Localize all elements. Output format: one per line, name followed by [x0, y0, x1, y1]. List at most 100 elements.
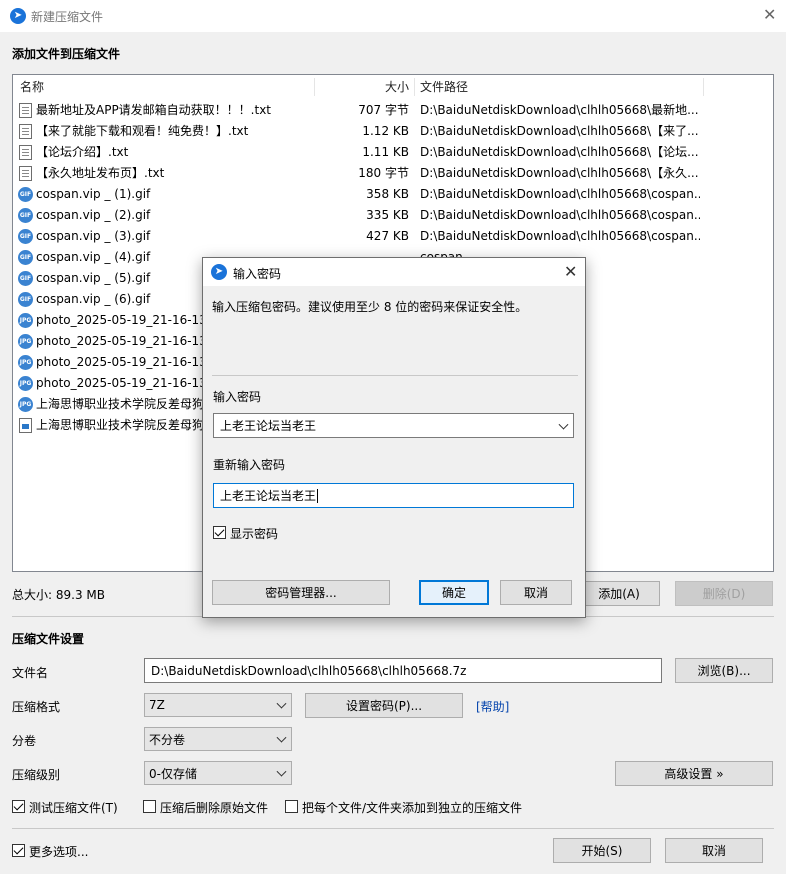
file-path: D:\BaiduNetdiskDownload\clhlh05668\【来了..…: [420, 124, 699, 138]
dialog-close-icon[interactable]: ✕: [564, 262, 577, 281]
file-name: cospan.vip _ (2).gif: [36, 208, 151, 222]
show-password-label[interactable]: 显示密码: [230, 525, 278, 542]
settings-heading: 压缩文件设置: [12, 632, 85, 646]
delete-after-label[interactable]: 压缩后删除原始文件: [160, 799, 268, 816]
text-file-icon: [19, 124, 32, 139]
advanced-settings-button[interactable]: 高级设置 »: [615, 761, 773, 786]
jpg-file-icon: JPG: [18, 397, 33, 412]
separate-archives-label[interactable]: 把每个文件/文件夹添加到独立的压缩文件: [302, 799, 522, 816]
jpg-file-icon: JPG: [18, 376, 33, 391]
password-manager-button[interactable]: 密码管理器...: [212, 580, 390, 605]
dialog-title-bar: ➤ 输入密码 ✕: [203, 258, 585, 286]
column-size[interactable]: 大小: [353, 75, 409, 99]
gif-file-icon: GIF: [18, 271, 33, 286]
file-path: D:\BaiduNetdiskDownload\clhlh05668\【永久..…: [420, 166, 699, 180]
column-separator: [703, 78, 704, 96]
password-input[interactable]: 上老王论坛当老王: [213, 413, 574, 438]
format-label: 压缩格式: [12, 700, 61, 714]
file-name: 【来了就能下载和观看！纯免费！】.txt: [36, 124, 249, 138]
file-list-row[interactable]: 最新地址及APP请发邮箱自动获取！！！.txt 707 字节 D:\BaiduNet…: [13, 100, 773, 121]
dialog-hint: 输入压缩包密码。建议使用至少 8 位的密码来保证安全性。: [212, 300, 528, 314]
file-name: 【论坛介绍】.txt: [36, 145, 129, 159]
gif-file-icon: GIF: [18, 187, 33, 202]
file-size: 180 字节: [358, 166, 409, 180]
image-file-icon: [19, 418, 32, 433]
text-caret: [317, 488, 319, 503]
file-size: 358 KB: [366, 187, 409, 201]
file-list-row[interactable]: GIF cospan.vip _ (1).gif 358 KB D:\BaiduNet…: [13, 184, 773, 205]
file-list-header: 名称 大小 文件路径: [13, 75, 773, 99]
delete-after-checkbox[interactable]: [143, 800, 156, 813]
filename-label: 文件名: [12, 666, 49, 680]
file-list-row[interactable]: 【永久地址发布页】.txt 180 字节 D:\BaiduNetdiskDownlo…: [13, 163, 773, 184]
show-password-checkbox[interactable]: [213, 526, 226, 539]
file-size: 335 KB: [366, 208, 409, 222]
test-archive-checkbox[interactable]: [12, 800, 25, 813]
delete-button[interactable]: 删除(D): [675, 581, 773, 606]
file-path: D:\BaiduNetdiskDownload\clhlh05668\cospa…: [420, 208, 700, 222]
file-path: D:\BaiduNetdiskDownload\clhlh05668\【论坛..…: [420, 145, 699, 159]
column-path[interactable]: 文件路径: [420, 75, 468, 99]
dialog-ok-button[interactable]: 确定: [419, 580, 489, 605]
file-list-row[interactable]: GIF cospan.vip _ (2).gif 335 KB D:\BaiduNet…: [13, 205, 773, 226]
file-name: cospan.vip _ (3).gif: [36, 229, 151, 243]
file-size: 427 KB: [366, 229, 409, 243]
jpg-file-icon: JPG: [18, 355, 33, 370]
level-value: 0-仅存储: [149, 766, 197, 781]
dialog-cancel-button[interactable]: 取消: [500, 580, 572, 605]
more-options-label[interactable]: 更多选项...: [29, 843, 88, 860]
help-link[interactable]: [帮助]: [476, 698, 509, 715]
file-size: 707 字节: [358, 103, 409, 117]
password-value: 上老王论坛当老王: [220, 419, 317, 433]
file-list-row[interactable]: GIF cospan.vip _ (3).gif 427 KB D:\BaiduNet…: [13, 226, 773, 247]
level-label: 压缩级别: [12, 768, 61, 782]
divider: [12, 828, 774, 829]
title-bar: ➤ 新建压缩文件 ✕: [0, 0, 786, 32]
column-name[interactable]: 名称: [20, 75, 44, 99]
separate-archives-checkbox[interactable]: [285, 800, 298, 813]
gif-file-icon: GIF: [18, 250, 33, 265]
confirm-password-label: 重新输入密码: [213, 458, 286, 472]
gif-file-icon: GIF: [18, 229, 33, 244]
level-select[interactable]: 0-仅存储: [144, 761, 292, 785]
password-dialog: ➤ 输入密码 ✕ 输入压缩包密码。建议使用至少 8 位的密码来保证安全性。 输入…: [202, 257, 586, 618]
file-name: cospan.vip _ (1).gif: [36, 187, 151, 201]
browse-button[interactable]: 浏览(B)...: [675, 658, 773, 683]
gif-file-icon: GIF: [18, 292, 33, 307]
gif-file-icon: GIF: [18, 208, 33, 223]
total-size: 总大小: 89.3 MB: [12, 588, 105, 602]
more-options-checkbox[interactable]: [12, 844, 25, 857]
app-logo-icon: ➤: [10, 8, 26, 24]
chevron-down-icon[interactable]: [558, 419, 569, 430]
file-list-row[interactable]: 【来了就能下载和观看！纯免费！】.txt 1.12 KB D:\BaiduNetdi…: [13, 121, 773, 142]
test-archive-label[interactable]: 测试压缩文件(T): [29, 799, 118, 816]
text-file-icon: [19, 145, 32, 160]
file-name: 【永久地址发布页】.txt: [36, 166, 165, 180]
window-close-icon[interactable]: ✕: [763, 5, 776, 24]
main-cancel-button[interactable]: 取消: [665, 838, 763, 863]
file-path: D:\BaiduNetdiskDownload\clhlh05668\cospa…: [420, 187, 700, 201]
file-name: 最新地址及APP请发邮箱自动获取！！！.txt: [36, 103, 272, 117]
split-label: 分卷: [12, 734, 37, 748]
filename-input[interactable]: D:\BaiduNetdiskDownload\clhlh05668\clhlh…: [144, 658, 662, 683]
set-password-button[interactable]: 设置密码(P)...: [305, 693, 463, 718]
start-button[interactable]: 开始(S): [553, 838, 651, 863]
column-separator: [314, 78, 315, 96]
format-select[interactable]: 7Z: [144, 693, 292, 717]
add-files-heading: 添加文件到压缩文件: [12, 47, 121, 61]
divider: [212, 375, 578, 376]
chevron-down-icon: [276, 698, 287, 709]
app-logo-icon: ➤: [211, 264, 227, 280]
window-title: 新建压缩文件: [31, 10, 104, 24]
jpg-file-icon: JPG: [18, 334, 33, 349]
text-file-icon: [19, 103, 32, 118]
dialog-title: 输入密码: [233, 267, 282, 281]
file-list-row[interactable]: 【论坛介绍】.txt 1.11 KB D:\BaiduNetdiskDownload…: [13, 142, 773, 163]
split-select[interactable]: 不分卷: [144, 727, 292, 751]
column-separator: [414, 78, 415, 96]
split-value: 不分卷: [149, 732, 186, 747]
add-button[interactable]: 添加(A): [578, 581, 660, 606]
jpg-file-icon: JPG: [18, 313, 33, 328]
confirm-password-input[interactable]: 上老王论坛当老王: [213, 483, 574, 508]
file-path: D:\BaiduNetdiskDownload\clhlh05668\cospa…: [420, 229, 700, 243]
